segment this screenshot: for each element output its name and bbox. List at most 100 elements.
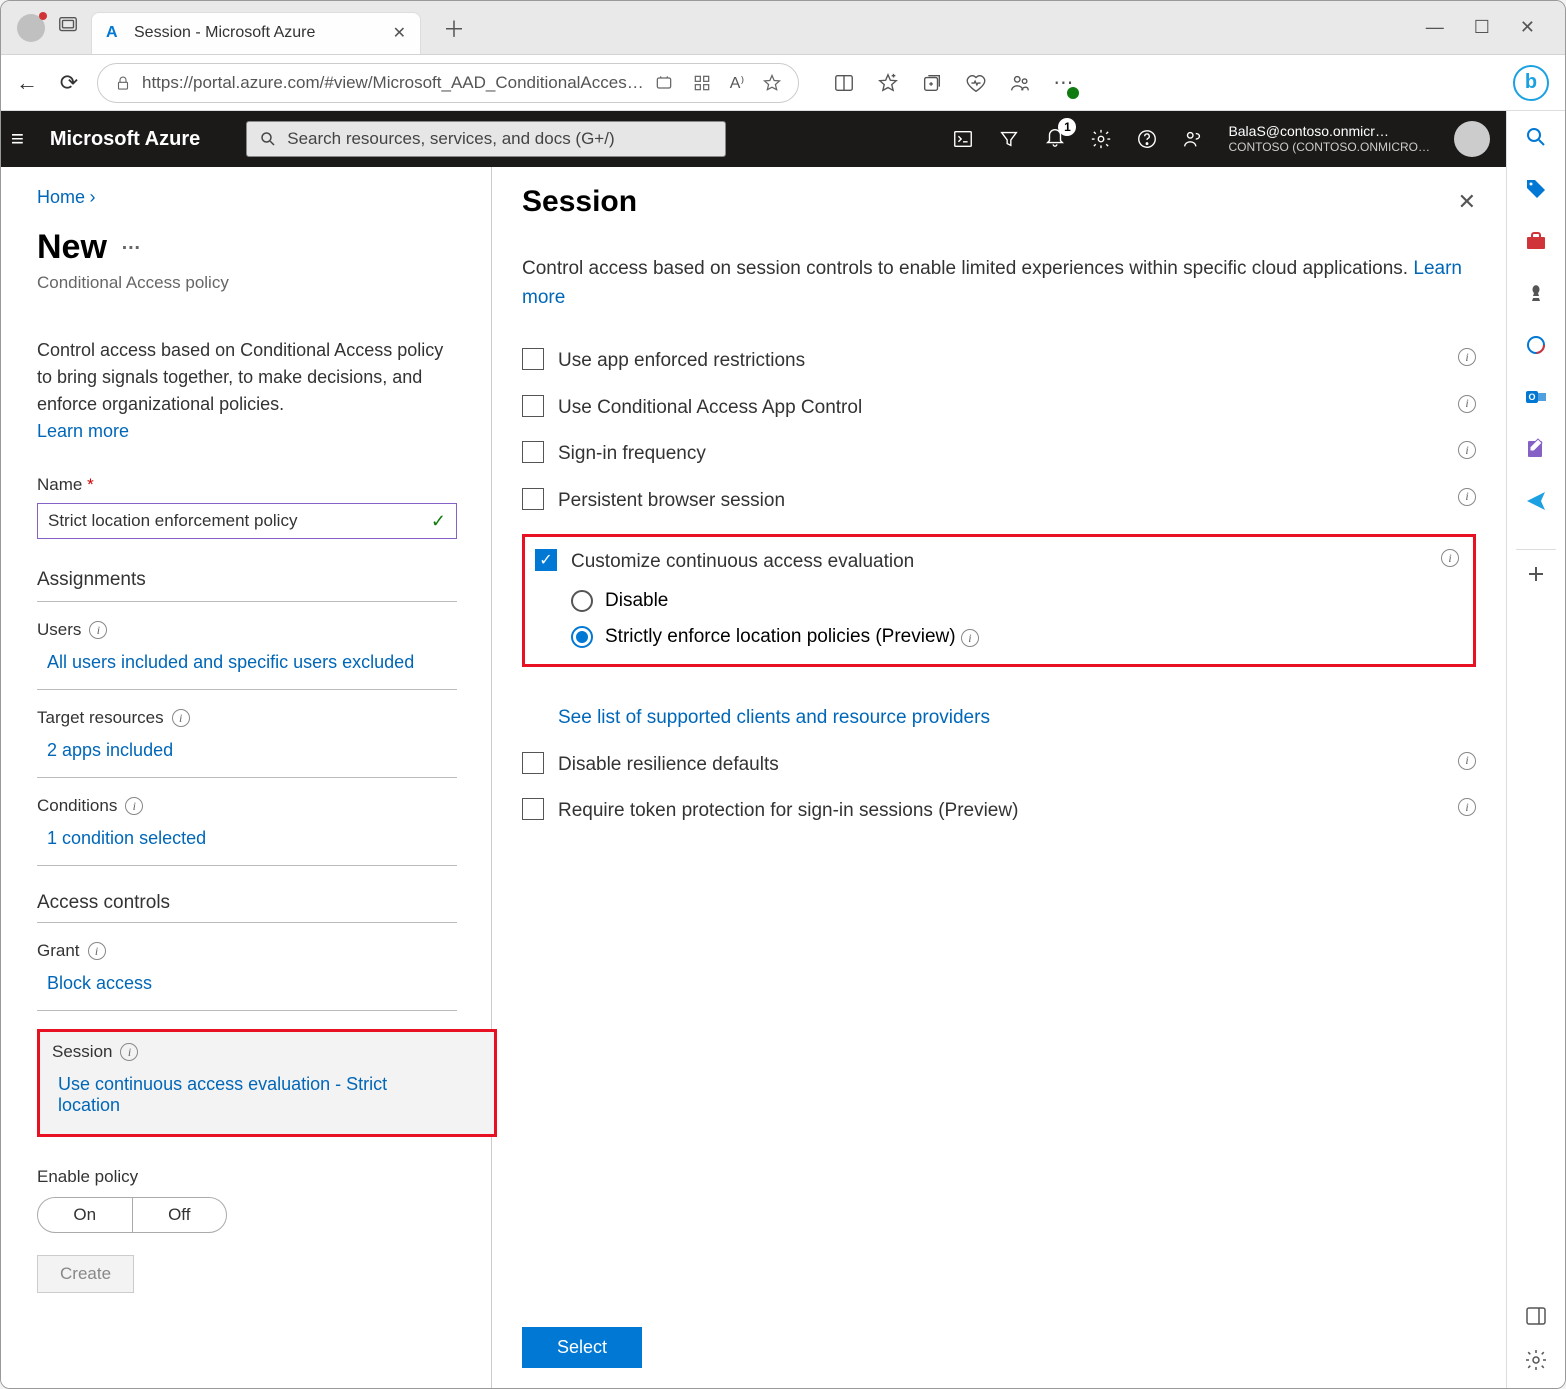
settings-gear-icon[interactable] (1090, 128, 1112, 150)
info-icon[interactable]: i (1458, 752, 1476, 770)
split-screen-icon[interactable] (833, 72, 855, 94)
search-sidebar-icon[interactable] (1524, 125, 1548, 149)
radio-strict-enforce[interactable]: Strictly enforce location policies (Prev… (571, 626, 1459, 648)
radio-disable[interactable]: Disable (571, 590, 1459, 612)
back-button[interactable]: ← (13, 70, 41, 96)
more-menu-button[interactable]: ⋯ (1053, 70, 1073, 95)
select-button[interactable]: Select (522, 1327, 642, 1368)
radio-button[interactable] (571, 590, 593, 612)
sidebar-toggle-icon[interactable] (1524, 1304, 1548, 1328)
session-summary-link[interactable]: Use continuous access evaluation - Stric… (52, 1074, 452, 1116)
info-icon[interactable]: i (88, 942, 106, 960)
name-input[interactable]: Strict location enforcement policy ✓ (37, 503, 457, 539)
outlook-sidebar-icon[interactable]: O (1524, 385, 1548, 409)
help-icon[interactable] (1136, 128, 1158, 150)
radio-button-selected[interactable] (571, 626, 593, 648)
svg-text:O: O (1528, 392, 1535, 402)
supported-clients-link[interactable]: See list of supported clients and resour… (558, 705, 1476, 732)
info-icon[interactable]: i (125, 797, 143, 815)
toggle-on[interactable]: On (38, 1198, 132, 1232)
target-resources-row[interactable]: Target resources i (37, 708, 473, 728)
info-icon[interactable]: i (120, 1043, 138, 1061)
cloud-shell-icon[interactable] (952, 128, 974, 150)
sidebar-settings-icon[interactable] (1524, 1348, 1548, 1372)
info-icon[interactable]: i (1441, 549, 1459, 567)
collections-icon[interactable] (921, 72, 943, 94)
user-avatar[interactable] (1454, 121, 1490, 157)
enable-policy-toggle[interactable]: On Off (37, 1197, 227, 1233)
learn-more-link[interactable]: Learn more (37, 421, 129, 441)
app-icon[interactable] (654, 73, 674, 93)
info-icon[interactable]: i (961, 629, 979, 647)
conditions-summary-link[interactable]: 1 condition selected (37, 828, 437, 849)
grant-summary-link[interactable]: Block access (37, 973, 437, 994)
option-app-control[interactable]: Use Conditional Access App Control i (522, 395, 1476, 422)
validation-check-icon: ✓ (431, 511, 446, 532)
browser-profile-icon[interactable] (17, 14, 45, 42)
info-icon[interactable]: i (1458, 395, 1476, 413)
add-sidebar-icon[interactable] (1524, 562, 1548, 586)
filter-icon[interactable] (998, 128, 1020, 150)
checkbox-checked[interactable]: ✓ (535, 549, 557, 571)
account-info[interactable]: BalaS@contoso.onmicr… CONTOSO (CONTOSO.O… (1228, 123, 1430, 154)
maximize-icon[interactable]: ☐ (1474, 17, 1490, 38)
favorites-icon[interactable] (877, 72, 899, 94)
conditions-row[interactable]: Conditions i (37, 796, 473, 816)
briefcase-sidebar-icon[interactable] (1524, 229, 1548, 253)
address-bar[interactable]: https://portal.azure.com/#view/Microsoft… (97, 63, 799, 103)
bing-button[interactable]: b (1513, 65, 1549, 101)
info-icon[interactable]: i (1458, 488, 1476, 506)
chess-sidebar-icon[interactable] (1524, 281, 1548, 305)
checkbox[interactable] (522, 488, 544, 510)
close-window-icon[interactable]: ✕ (1520, 17, 1535, 38)
breadcrumb-home[interactable]: Home (37, 187, 85, 207)
copilot-sidebar-icon[interactable] (1524, 333, 1548, 357)
tag-sidebar-icon[interactable] (1524, 177, 1548, 201)
notifications-button[interactable]: 1 (1044, 126, 1066, 153)
minimize-icon[interactable]: — (1426, 17, 1444, 38)
read-aloud-icon[interactable]: A⁾ (730, 73, 745, 93)
session-row[interactable]: Session i (52, 1042, 482, 1062)
info-icon[interactable]: i (89, 621, 107, 639)
info-icon[interactable]: i (1458, 348, 1476, 366)
browser-toolbar: ← ⟳ https://portal.azure.com/#view/Micro… (1, 55, 1565, 111)
health-icon[interactable] (965, 72, 987, 94)
toggle-off[interactable]: Off (132, 1198, 227, 1232)
close-tab-icon[interactable]: ✕ (393, 23, 406, 43)
extensions-grid-icon[interactable] (692, 73, 712, 93)
azure-search-box[interactable]: Search resources, services, and docs (G+… (246, 121, 726, 157)
more-actions-icon[interactable]: … (121, 232, 141, 255)
option-persistent-browser[interactable]: Persistent browser session i (522, 488, 1476, 515)
info-icon[interactable]: i (172, 709, 190, 727)
left-blade: Home › New … Conditional Access policy C… (1, 167, 491, 1388)
create-button[interactable]: Create (37, 1255, 134, 1293)
option-token-protection[interactable]: Require token protection for sign-in ses… (522, 798, 1476, 825)
checkbox[interactable] (522, 798, 544, 820)
checkbox[interactable] (522, 348, 544, 370)
feedback-icon[interactable] (1182, 128, 1204, 150)
azure-brand[interactable]: Microsoft Azure (50, 128, 200, 151)
users-summary-link[interactable]: All users included and specific users ex… (37, 652, 437, 673)
people-icon[interactable] (1009, 72, 1031, 94)
target-summary-link[interactable]: 2 apps included (37, 740, 437, 761)
option-customize-cae[interactable]: ✓ Customize continuous access evaluation… (535, 549, 1459, 576)
new-tab-button[interactable]: ＋ (443, 12, 465, 44)
hamburger-menu-icon[interactable]: ≡ (11, 126, 24, 152)
option-disable-resilience[interactable]: Disable resilience defaults i (522, 752, 1476, 779)
option-signin-frequency[interactable]: Sign-in frequency i (522, 441, 1476, 468)
tab-overview-icon[interactable] (57, 14, 79, 41)
info-icon[interactable]: i (1458, 798, 1476, 816)
checkbox[interactable] (522, 752, 544, 774)
checkbox[interactable] (522, 441, 544, 463)
star-icon[interactable] (762, 73, 782, 93)
close-blade-icon[interactable]: ✕ (1458, 189, 1476, 215)
users-row[interactable]: Users i (37, 620, 473, 640)
browser-tab[interactable]: A Session - Microsoft Azure ✕ (91, 12, 421, 54)
option-app-enforced[interactable]: Use app enforced restrictions i (522, 348, 1476, 375)
grant-row[interactable]: Grant i (37, 941, 473, 961)
send-sidebar-icon[interactable] (1524, 489, 1548, 513)
checkbox[interactable] (522, 395, 544, 417)
edit-sidebar-icon[interactable] (1524, 437, 1548, 461)
refresh-button[interactable]: ⟳ (55, 70, 83, 96)
info-icon[interactable]: i (1458, 441, 1476, 459)
